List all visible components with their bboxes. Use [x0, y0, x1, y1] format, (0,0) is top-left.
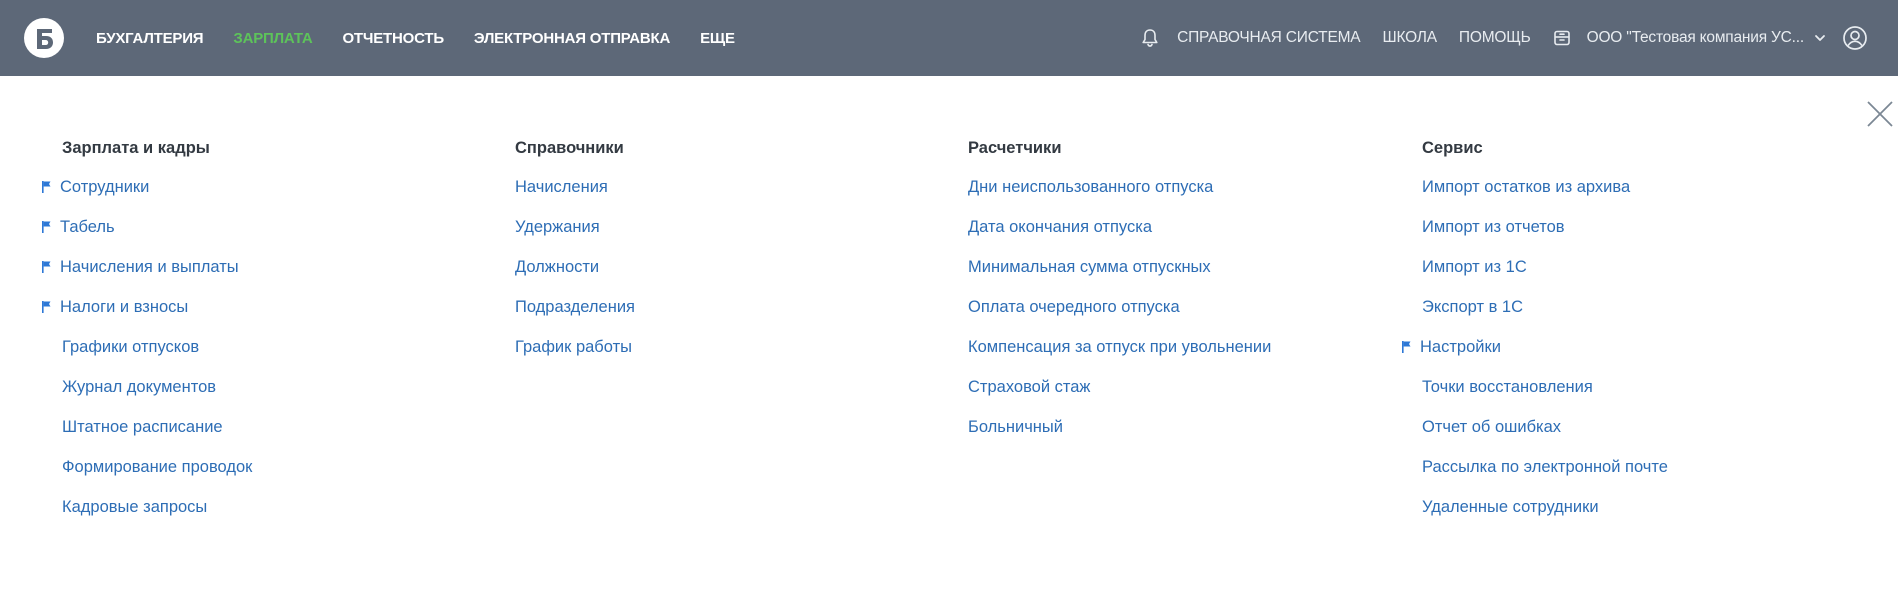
flag-icon [42, 301, 51, 313]
nav-more[interactable]: ЕЩЕ [700, 30, 735, 47]
menu-link[interactable]: Штатное расписание [62, 418, 223, 437]
menu-link[interactable]: Страховой стаж [968, 378, 1090, 397]
flag-icon [42, 221, 51, 233]
user-avatar-icon[interactable] [1842, 25, 1868, 51]
menu-link[interactable]: Импорт остатков из архива [1422, 178, 1630, 197]
menu-link[interactable]: Графики отпусков [62, 338, 199, 357]
menu-link[interactable]: Формирование проводок [62, 458, 252, 477]
menu-link[interactable]: График работы [515, 338, 632, 357]
menu-link[interactable]: Начисления [515, 178, 608, 197]
menu-link[interactable]: Дни неиспользованного отпуска [968, 178, 1213, 197]
menu-link[interactable]: Оплата очередного отпуска [968, 298, 1180, 317]
nav-reporting[interactable]: ОТЧЕТНОСТЬ [342, 30, 444, 47]
menu-link[interactable]: Рассылка по электронной почте [1422, 458, 1668, 477]
flag-icon [42, 181, 51, 193]
column-title: Справочники [515, 139, 624, 157]
menu-link[interactable]: Кадровые запросы [62, 498, 207, 517]
help-link[interactable]: ПОМОЩЬ [1459, 29, 1531, 47]
menu-link[interactable]: Импорт из отчетов [1422, 218, 1565, 237]
nav-accounting[interactable]: БУХГАЛТЕРИЯ [96, 30, 204, 47]
top-navigation-bar: БУХГАЛТЕРИЯ ЗАРПЛАТА ОТЧЕТНОСТЬ ЭЛЕКТРОН… [0, 0, 1898, 76]
menu-link[interactable]: Компенсация за отпуск при увольнении [968, 338, 1271, 357]
menu-link[interactable]: Начисления и выплаты [60, 258, 239, 277]
b-logo-icon[interactable] [24, 18, 64, 58]
column-title: Зарплата и кадры [62, 139, 210, 157]
flag-icon [1402, 341, 1411, 353]
menu-link[interactable]: Журнал документов [62, 378, 216, 397]
nav-electronic-sending[interactable]: ЭЛЕКТРОННАЯ ОТПРАВКА [474, 30, 670, 47]
menu-link[interactable]: Должности [515, 258, 599, 277]
menu-link[interactable]: Импорт из 1С [1422, 258, 1527, 277]
school-link[interactable]: ШКОЛА [1382, 29, 1437, 47]
menu-link[interactable]: Удаленные сотрудники [1422, 498, 1599, 517]
reference-system-link[interactable]: СПРАВОЧНАЯ СИСТЕМА [1177, 29, 1361, 47]
flag-icon [42, 261, 51, 273]
close-icon[interactable] [1866, 100, 1894, 128]
menu-link[interactable]: Удержания [515, 218, 600, 237]
menu-link[interactable]: Экспорт в 1С [1422, 298, 1523, 317]
bell-icon[interactable] [1141, 28, 1159, 48]
top-right-nav: СПРАВОЧНАЯ СИСТЕМА ШКОЛА ПОМОЩЬ ООО "Тес… [1141, 0, 1868, 76]
menu-link[interactable]: Настройки [1420, 338, 1501, 357]
menu-link[interactable]: Точки восстановления [1422, 378, 1593, 397]
menu-link[interactable]: Минимальная сумма отпускных [968, 258, 1211, 277]
menu-link[interactable]: Налоги и взносы [60, 298, 188, 317]
menu-link[interactable]: Табель [60, 218, 115, 237]
chevron-down-icon[interactable] [1814, 33, 1826, 43]
column-title: Расчетчики [968, 139, 1062, 157]
menu-link[interactable]: Сотрудники [60, 178, 149, 197]
archive-box-icon[interactable] [1553, 29, 1571, 47]
company-selector[interactable]: ООО "Тестовая компания УС... [1587, 29, 1805, 47]
menu-link[interactable]: Подразделения [515, 298, 635, 317]
menu-link[interactable]: Больничный [968, 418, 1063, 437]
menu-link[interactable]: Дата окончания отпуска [968, 218, 1152, 237]
column-title: Сервис [1422, 139, 1483, 157]
menu-link[interactable]: Отчет об ошибках [1422, 418, 1561, 437]
main-nav: БУХГАЛТЕРИЯ ЗАРПЛАТА ОТЧЕТНОСТЬ ЭЛЕКТРОН… [96, 0, 735, 76]
nav-salary[interactable]: ЗАРПЛАТА [233, 30, 312, 47]
